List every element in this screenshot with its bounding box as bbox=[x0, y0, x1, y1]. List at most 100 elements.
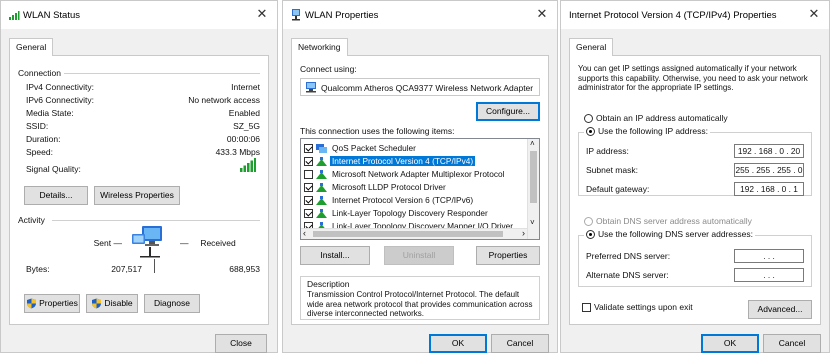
close-icon[interactable]: ✕ bbox=[253, 5, 271, 23]
description-text: Transmission Control Protocol/Internet P… bbox=[307, 290, 533, 318]
wlan-status-dialog: WLAN Status ✕ General Connection IPv4 Co… bbox=[0, 0, 278, 353]
divider bbox=[64, 73, 260, 74]
list-item[interactable]: Internet Protocol Version 6 (TCP/IPv6) bbox=[304, 194, 475, 206]
subnet-mask-input[interactable]: 255 . 255 . 255 . 0 bbox=[734, 163, 804, 177]
protocol-icon bbox=[316, 183, 327, 193]
wlan-status-title: WLAN Status bbox=[23, 10, 81, 21]
vertical-scrollbar[interactable]: ˄ ˅ bbox=[527, 139, 539, 239]
network-computer-icon bbox=[132, 226, 162, 258]
list-item[interactable]: Link-Layer Topology Discovery Responder bbox=[304, 207, 490, 219]
network-adapter-icon bbox=[306, 82, 316, 93]
close-icon[interactable]: ✕ bbox=[533, 5, 551, 23]
activity-divider bbox=[154, 259, 155, 273]
connection-heading: Connection bbox=[18, 68, 62, 78]
checkbox[interactable] bbox=[304, 196, 313, 206]
service-icon bbox=[316, 144, 327, 154]
chevron-left-icon[interactable]: ‹ bbox=[303, 228, 306, 238]
checkbox[interactable] bbox=[304, 209, 313, 219]
diagnose-button[interactable]: Diagnose bbox=[144, 294, 200, 313]
signal-bars-icon bbox=[9, 11, 20, 20]
advanced-button[interactable]: Advanced... bbox=[748, 300, 812, 319]
duration-value: 00:00:06 bbox=[226, 134, 260, 144]
wlan-status-body: General Connection IPv4 Connectivity: In… bbox=[1, 29, 277, 353]
signal-strength-icon bbox=[240, 158, 256, 172]
adapter-field: Qualcomm Atheros QCA9377 Wireless Networ… bbox=[300, 78, 540, 96]
checkbox[interactable] bbox=[304, 170, 313, 180]
speed-value: 433.3 Mbps bbox=[215, 147, 260, 157]
chevron-down-icon[interactable]: ˅ bbox=[530, 218, 535, 227]
ipv4-general-panel: You can get IP settings assigned automat… bbox=[569, 55, 821, 325]
checkbox[interactable] bbox=[304, 183, 313, 193]
scroll-thumb[interactable] bbox=[313, 231, 503, 237]
install-button[interactable]: Install... bbox=[300, 246, 370, 265]
radio[interactable] bbox=[584, 114, 593, 124]
properties-button[interactable]: Properties bbox=[24, 294, 80, 313]
duration-label: Duration: bbox=[26, 134, 61, 144]
wlan-properties-titlebar: WLAN Properties ✕ bbox=[283, 1, 557, 29]
disable-button[interactable]: Disable bbox=[86, 294, 138, 313]
use-following-ip-radio[interactable]: Use the following IP address: bbox=[584, 126, 710, 137]
speed-label: Speed: bbox=[26, 147, 53, 157]
checkbox[interactable] bbox=[582, 303, 591, 313]
close-button[interactable]: Close bbox=[215, 334, 267, 353]
radio[interactable] bbox=[586, 127, 595, 137]
chevron-right-icon[interactable]: › bbox=[522, 228, 525, 238]
intro-text: You can get IP settings assigned automat… bbox=[578, 64, 808, 92]
media-state-label: Media State: bbox=[26, 108, 74, 118]
ssid-label: SSID: bbox=[26, 121, 49, 131]
tab-networking[interactable]: Networking bbox=[291, 38, 348, 56]
description-heading: Description bbox=[307, 279, 350, 289]
ipv4-connectivity-label: IPv4 Connectivity: bbox=[26, 82, 95, 92]
received-label: — Received bbox=[180, 238, 236, 248]
preferred-dns-label: Preferred DNS server: bbox=[586, 251, 671, 261]
ipv6-connectivity-value: No network access bbox=[188, 95, 260, 105]
checkbox[interactable] bbox=[304, 144, 313, 154]
details-button[interactable]: Details... bbox=[24, 186, 88, 205]
list-item[interactable]: Internet Protocol Version 4 (TCP/IPv4) bbox=[304, 155, 476, 167]
radio[interactable] bbox=[586, 230, 595, 240]
sent-bytes-value: 207,517 bbox=[111, 264, 142, 274]
protocol-icon bbox=[316, 196, 327, 206]
ipv4-connectivity-value: Internet bbox=[231, 82, 260, 92]
horizontal-scrollbar[interactable]: ‹ › bbox=[301, 228, 527, 239]
ip-address-label: IP address: bbox=[586, 146, 629, 156]
general-panel: Connection IPv4 Connectivity: Internet I… bbox=[9, 55, 269, 325]
properties-button[interactable]: Properties bbox=[476, 246, 540, 265]
default-gateway-input[interactable]: 192 . 168 . 0 . 1 bbox=[734, 182, 804, 196]
obtain-ip-auto-radio[interactable]: Obtain an IP address automatically bbox=[584, 113, 728, 124]
ipv4-properties-dialog: Internet Protocol Version 4 (TCP/IPv4) P… bbox=[560, 0, 830, 353]
checkbox[interactable] bbox=[304, 157, 313, 167]
configure-button[interactable]: Configure... bbox=[476, 102, 540, 121]
cancel-button[interactable]: Cancel bbox=[763, 334, 821, 353]
preferred-dns-input[interactable]: . . . bbox=[734, 249, 804, 263]
protocol-icon bbox=[316, 209, 327, 219]
ok-button[interactable]: OK bbox=[701, 334, 759, 353]
validate-settings-checkbox[interactable]: Validate settings upon exit bbox=[582, 302, 693, 313]
use-following-dns-radio[interactable]: Use the following DNS server addresses: bbox=[584, 229, 755, 240]
received-bytes-value: 688,953 bbox=[229, 264, 260, 274]
components-listbox[interactable]: QoS Packet Scheduler Internet Protocol V… bbox=[300, 138, 540, 240]
cancel-button[interactable]: Cancel bbox=[491, 334, 549, 353]
obtain-dns-auto-radio[interactable]: Obtain DNS server address automatically bbox=[584, 216, 752, 227]
list-item[interactable]: Microsoft LLDP Protocol Driver bbox=[304, 181, 448, 193]
ip-address-input[interactable]: 192 . 168 . 0 . 20 bbox=[734, 144, 804, 158]
radio[interactable] bbox=[584, 217, 593, 227]
tab-general[interactable]: General bbox=[569, 38, 614, 56]
network-adapter-icon bbox=[292, 9, 300, 21]
wireless-properties-button[interactable]: Wireless Properties bbox=[94, 186, 180, 205]
chevron-up-icon[interactable]: ˄ bbox=[530, 139, 535, 148]
activity-heading: Activity bbox=[18, 215, 45, 225]
ok-button[interactable]: OK bbox=[429, 334, 487, 353]
default-gateway-label: Default gateway: bbox=[586, 184, 650, 194]
list-item[interactable]: Microsoft Network Adapter Multiplexor Pr… bbox=[304, 168, 506, 180]
close-icon[interactable]: ✕ bbox=[805, 5, 823, 23]
disable-button-label: Disable bbox=[104, 298, 133, 308]
adapter-name: Qualcomm Atheros QCA9377 Wireless Networ… bbox=[321, 83, 534, 93]
wlan-properties-title: WLAN Properties bbox=[305, 10, 379, 21]
list-item[interactable]: QoS Packet Scheduler bbox=[304, 142, 418, 154]
connect-using-label: Connect using: bbox=[300, 64, 357, 74]
alternate-dns-input[interactable]: . . . bbox=[734, 268, 804, 282]
tab-general[interactable]: General bbox=[9, 38, 54, 56]
ipv4-body: General You can get IP settings assigned… bbox=[561, 29, 829, 353]
scroll-thumb[interactable] bbox=[530, 151, 537, 203]
